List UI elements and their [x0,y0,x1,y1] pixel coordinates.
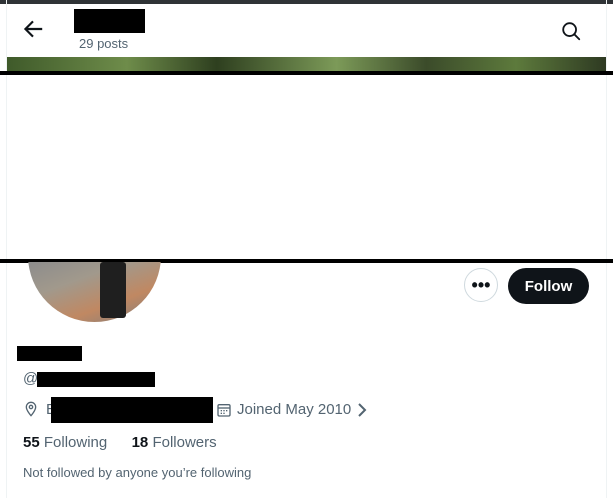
following-label: Following [43,434,108,451]
avatar[interactable] [28,262,161,322]
following-link[interactable]: 55 Following [23,434,107,451]
banner-image [7,57,606,72]
followers-link[interactable]: 18 Followers [132,434,217,451]
following-count: 55 [23,434,40,451]
avatar-photo [28,262,161,322]
follow-button[interactable]: Follow [508,268,589,304]
back-arrow-icon[interactable] [20,16,46,42]
posts-count: 29 posts [79,36,129,51]
avatar-figure [100,262,126,318]
handle-prefix: @ [23,370,39,387]
map-pin-icon [25,401,37,417]
followers-label: Followers [152,434,217,451]
chevron-right-icon[interactable] [357,403,367,417]
search-icon[interactable] [560,20,582,42]
joined-date: Joined May 2010 [237,401,352,418]
redaction-line-top [0,71,613,75]
calendar-icon [217,404,231,417]
location-redacted [51,397,213,423]
handle-redacted [37,372,155,387]
followers-count: 18 [131,434,149,451]
more-options-button[interactable]: ••• [464,268,498,302]
display-name-redacted [74,9,145,33]
follow-stats: 55 Following 18 Followers [23,434,217,451]
profile-name-redacted [17,346,82,361]
mutual-followers-note: Not followed by anyone you’re following [23,465,252,480]
